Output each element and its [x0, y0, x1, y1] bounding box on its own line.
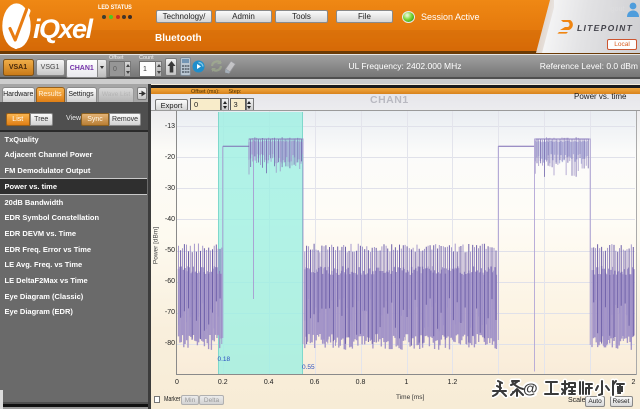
svg-text:@: @: [523, 381, 538, 398]
